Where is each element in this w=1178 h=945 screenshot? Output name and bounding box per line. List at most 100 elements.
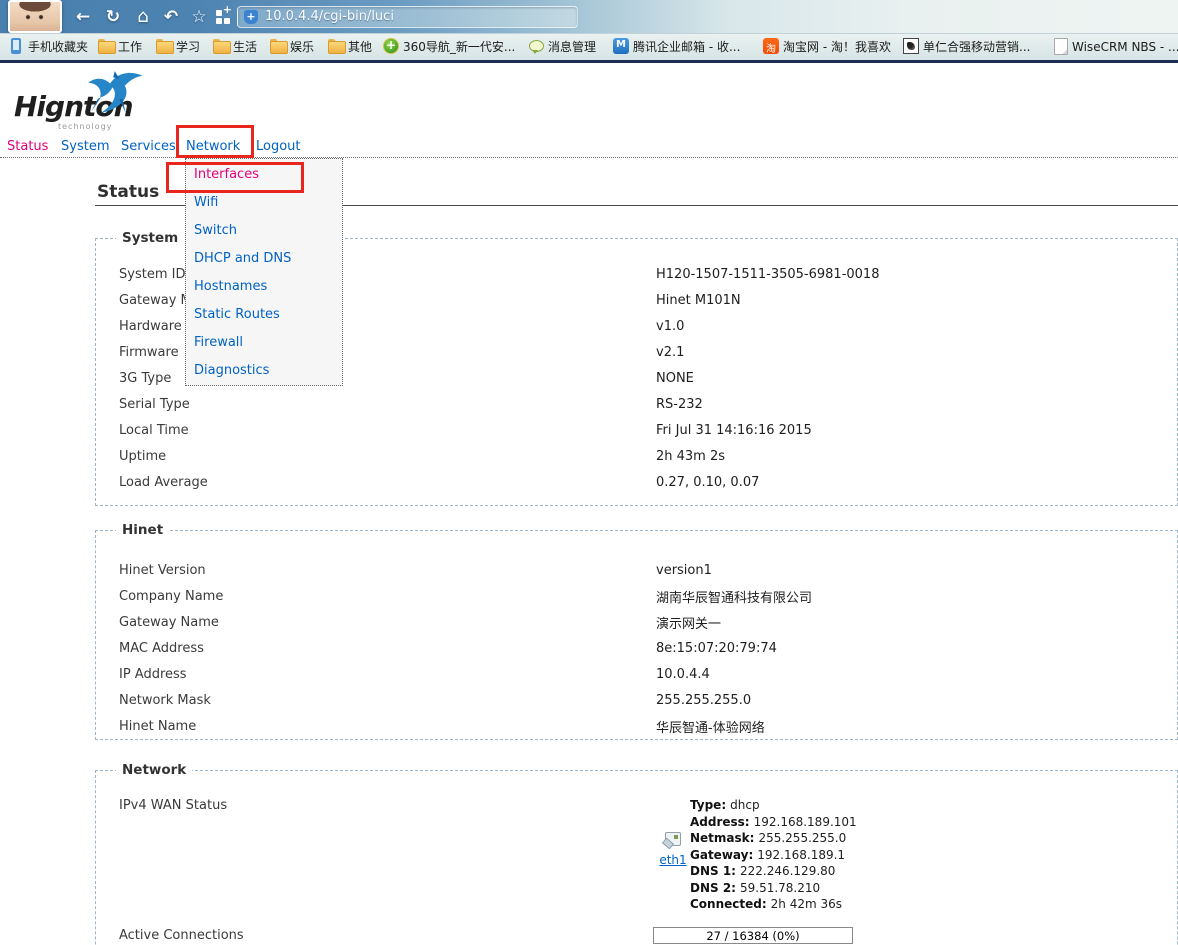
360-icon (383, 38, 399, 54)
bookmark-item[interactable]: 娱乐 (270, 38, 314, 57)
bookmark-item[interactable]: 学习 (156, 38, 200, 57)
field-label: IP Address (96, 667, 656, 682)
field-value: 湖南华辰智通科技有限公司 (656, 587, 812, 606)
home-icon[interactable] (130, 5, 156, 29)
bookmark-label: 手机收藏夹 (28, 40, 88, 54)
field-label: MAC Address (96, 641, 656, 656)
table-row: Uptime2h 43m 2s (96, 443, 1177, 469)
field-label: Hinet Name (96, 719, 656, 734)
page-icon (1052, 38, 1068, 54)
table-row: Local TimeFri Jul 31 14:16:16 2015 (96, 417, 1177, 443)
bookmark-item[interactable]: 工作 (98, 38, 142, 57)
bookmark-item[interactable]: 360导航_新一代安... (383, 38, 515, 57)
screen: 10.0.4.4/cgi-bin/luci 手机收藏夹 工作 学习 生活 娱乐 … (0, 0, 1178, 945)
bookmark-item[interactable]: 淘宝网 - 淘！我喜欢 (763, 38, 891, 57)
wan-value: 192.168.189.1 (757, 848, 845, 862)
bookmark-label: 其他 (348, 40, 372, 54)
field-value: Fri Jul 31 14:16:16 2015 (656, 423, 812, 438)
bookmark-label: 消息管理 (548, 40, 596, 54)
field-value: NONE (656, 371, 694, 386)
favorite-star-icon[interactable] (186, 5, 212, 29)
field-label: Firmware (96, 345, 656, 360)
wan-value: 255.255.255.0 (758, 831, 846, 845)
field-label: Gateway M (96, 293, 656, 308)
bookmark-label: 360导航_新一代安... (403, 40, 515, 54)
bookmark-item[interactable]: 手机收藏夹 (8, 38, 88, 57)
folder-icon (98, 38, 114, 54)
nav-services[interactable]: Services (121, 139, 176, 154)
bookmark-item[interactable]: 其他 (328, 38, 372, 57)
table-row: Load Average0.27, 0.10, 0.07 (96, 469, 1177, 495)
bookmark-label: 学习 (176, 40, 200, 54)
user-avatar[interactable] (8, 0, 62, 33)
eth-interface-icon[interactable] (665, 832, 681, 846)
field-label: Local Time (96, 423, 656, 438)
nav-status[interactable]: Status (7, 139, 48, 154)
refresh-icon[interactable] (100, 5, 126, 29)
bookmark-label: 腾讯企业邮箱 - 收... (633, 40, 740, 54)
field-value: 8e:15:07:20:79:74 (656, 641, 777, 656)
bookmark-label: 淘宝网 - 淘！我喜欢 (783, 40, 891, 54)
field-value: 2h 43m 2s (656, 449, 725, 464)
wan-value: 59.51.78.210 (740, 881, 820, 895)
folder-icon (213, 38, 229, 54)
bookmark-item[interactable]: 腾讯企业邮箱 - 收... (613, 38, 740, 57)
wan-value: dhcp (730, 798, 759, 812)
bookmark-item[interactable]: 生活 (213, 38, 257, 57)
field-label: Load Average (96, 475, 656, 490)
folder-icon (328, 38, 344, 54)
section-network: Network IPv4 WAN Status eth1 Type:dhcp A… (95, 770, 1178, 945)
mail-icon (613, 38, 629, 54)
window-border (0, 60, 1178, 63)
menu-item-diagnostics[interactable]: Diagnostics (186, 357, 342, 385)
wan-status-row: IPv4 WAN Status eth1 Type:dhcp Address:1… (96, 795, 1177, 913)
back-icon[interactable] (70, 5, 96, 29)
wan-key: Connected: (690, 897, 767, 911)
menu-item-hostnames[interactable]: Hostnames (186, 273, 342, 301)
wan-value: 192.168.189.101 (754, 815, 857, 829)
browser-toolbar: 10.0.4.4/cgi-bin/luci (0, 0, 1178, 33)
menu-item-dhcp-and-dns[interactable]: DHCP and DNS (186, 245, 342, 273)
bookmark-label: 娱乐 (290, 40, 314, 54)
nav-system[interactable]: System (61, 139, 109, 154)
bookmark-label: 生活 (233, 40, 257, 54)
page-title: Status (97, 182, 159, 202)
address-bar[interactable]: 10.0.4.4/cgi-bin/luci (237, 6, 578, 28)
table-row: Gateway Name演示网关一 (96, 609, 1177, 635)
field-label: Active Connections (96, 928, 656, 943)
menu-item-wifi[interactable]: Wifi (186, 189, 342, 217)
table-row: Company Name湖南华辰智通科技有限公司 (96, 583, 1177, 609)
bookmark-item[interactable]: 单仁合强移动营销... (903, 38, 1030, 57)
wan-value: 222.246.129.80 (740, 864, 835, 878)
field-label: Company Name (96, 589, 656, 604)
wan-key: Gateway: (690, 848, 753, 862)
menu-item-switch[interactable]: Switch (186, 217, 342, 245)
field-value: 255.255.255.0 (656, 693, 751, 708)
apps-grid-icon[interactable] (216, 10, 230, 24)
chat-bubble-icon (528, 38, 544, 54)
field-label: Hinet Version (96, 563, 656, 578)
field-value: 华辰智通-体验网络 (656, 717, 765, 736)
field-value: Hinet M101N (656, 293, 741, 308)
table-row: IP Address10.0.4.4 (96, 661, 1177, 687)
field-value: version1 (656, 563, 712, 578)
url-text[interactable]: 10.0.4.4/cgi-bin/luci (265, 9, 394, 24)
connections-progress-bar: 27 / 16384 (0%) (653, 927, 853, 944)
menu-item-firewall[interactable]: Firewall (186, 329, 342, 357)
bookmark-label: 工作 (118, 40, 142, 54)
menu-item-static-routes[interactable]: Static Routes (186, 301, 342, 329)
wan-value: 2h 42m 36s (771, 897, 842, 911)
table-row: Hinet Name华辰智通-体验网络 (96, 713, 1177, 739)
bookmarks-bar: 手机收藏夹 工作 学习 生活 娱乐 其他 360导航_新一代安... 消息管理 … (0, 33, 1178, 60)
logo-subtitle: technology (58, 122, 112, 131)
bookmark-item[interactable]: WiseCRM NBS - ... (1052, 38, 1178, 57)
highlight-box-network (176, 125, 254, 158)
undo-icon[interactable] (158, 5, 184, 29)
eth1-link[interactable]: eth1 (656, 853, 690, 867)
field-label: 3G Type (96, 371, 656, 386)
site-shield-icon[interactable] (244, 10, 258, 24)
field-label: System ID (96, 267, 656, 282)
field-value: v2.1 (656, 345, 684, 360)
nav-logout[interactable]: Logout (256, 139, 301, 154)
bookmark-item[interactable]: 消息管理 (528, 38, 596, 57)
